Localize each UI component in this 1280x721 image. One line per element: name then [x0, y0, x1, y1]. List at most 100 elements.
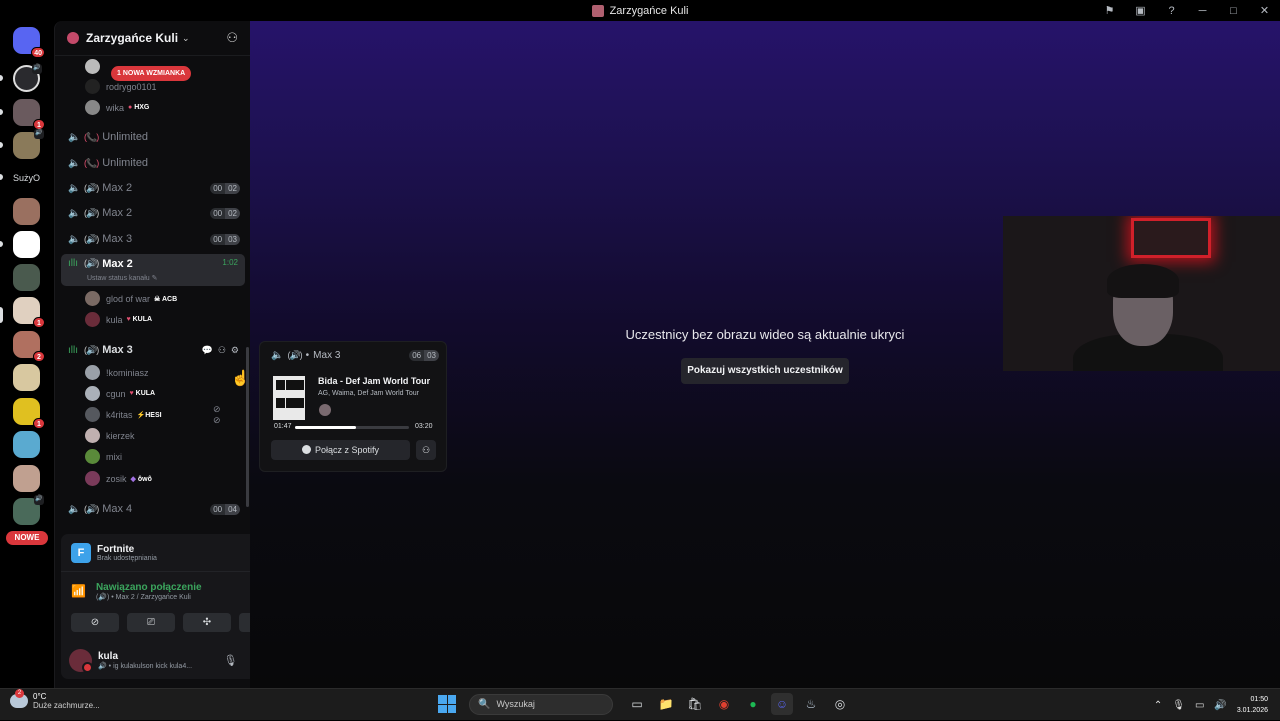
- inbox-flag-icon[interactable]: ⚑: [1094, 4, 1125, 17]
- inbox-icon[interactable]: ▣: [1125, 4, 1156, 17]
- maximize-button[interactable]: □: [1218, 5, 1249, 17]
- voice-channel-connected[interactable]: ıllı (🔊) Max 2 1:02 Ustaw status kanału …: [61, 254, 245, 286]
- close-button[interactable]: ✕: [1249, 4, 1280, 17]
- spotify-icon[interactable]: ●: [742, 693, 764, 715]
- invite-button[interactable]: ⚇: [416, 440, 436, 460]
- voice-channel[interactable]: 🔈 (📞) Unlimited: [61, 126, 245, 148]
- clock[interactable]: 01:50 3.01.2026: [1237, 694, 1268, 716]
- channel-emoji: (🔊): [84, 344, 99, 355]
- voice-channel[interactable]: 🔈 (🔊) Max 2 00 02: [61, 202, 245, 224]
- server-icon[interactable]: 🔊: [13, 129, 44, 159]
- show-all-participants-button[interactable]: Pokazuj wszystkich uczestników: [681, 358, 849, 384]
- avatar: [85, 428, 100, 443]
- voice-user[interactable]: [85, 57, 106, 76]
- user-name: zosik: [106, 473, 127, 484]
- voice-channel-hovered[interactable]: ıllı (🔊) Max 3 💬 ⚇ ⚙: [61, 339, 245, 361]
- task-view-icon[interactable]: ▭: [626, 693, 648, 715]
- voice-status: Nawiązano połączenie: [95, 581, 202, 593]
- home-button[interactable]: 40: [13, 27, 45, 58]
- display-icon[interactable]: ▭: [1195, 700, 1204, 711]
- user-tag: ⚡HESI: [136, 411, 162, 419]
- screen-share-button[interactable]: ⎚: [127, 613, 175, 632]
- start-button[interactable]: [438, 695, 456, 713]
- guild-header[interactable]: Zarzygańce Kuli ⌄ ⚇: [55, 21, 250, 56]
- server-icon[interactable]: [13, 465, 40, 492]
- search-box[interactable]: 🔍 Wyszukaj: [469, 693, 613, 715]
- voice-user[interactable]: k4ritas ⚡HESI ⊘ ⊘: [85, 404, 221, 425]
- song-duration: 03:20: [415, 423, 433, 430]
- chat-icon[interactable]: 💬: [202, 345, 213, 356]
- channel-name: Max 4: [102, 503, 133, 515]
- microphone-icon[interactable]: 🎙: [223, 654, 237, 667]
- voice-user[interactable]: mixi: [85, 447, 122, 466]
- server-icon[interactable]: 2: [13, 331, 45, 362]
- channel-name: Max 2: [102, 182, 133, 194]
- voice-channel[interactable]: 🔈 (📞) Unlimited: [61, 152, 245, 174]
- server-icon[interactable]: [13, 198, 40, 225]
- server-icon[interactable]: [13, 264, 40, 291]
- voice-channel[interactable]: 🔈 (🔊) Max 4 00 04: [61, 498, 245, 520]
- user-count: 00 04: [210, 503, 240, 515]
- invite-icon[interactable]: ⚇: [218, 345, 226, 356]
- voice-channel[interactable]: 🔈 (🔊) Max 2 00 02: [61, 177, 245, 199]
- avatar: [85, 365, 100, 380]
- unread-pill: [0, 109, 3, 115]
- server-icon[interactable]: 1: [13, 99, 45, 130]
- chevron-up-icon[interactable]: ⌃: [1154, 700, 1162, 711]
- signal-icon[interactable]: 📶: [71, 584, 86, 598]
- minimize-button[interactable]: ─: [1187, 5, 1218, 17]
- app-icon[interactable]: ◎: [829, 693, 851, 715]
- channel-emoji: (🔊): [287, 349, 302, 360]
- voice-location[interactable]: (🔊) • Max 2 / Zarzygańce Kuli: [96, 593, 202, 601]
- server-icon[interactable]: 🔊: [13, 495, 44, 525]
- discord-icon[interactable]: ☺: [771, 693, 793, 715]
- voice-user[interactable]: zosik ◆ ôwô: [85, 469, 152, 488]
- channel-sidebar: Zarzygańce Kuli ⌄ ⚇ 1 NOWA WZMIANKA rodr…: [54, 21, 297, 688]
- new-unreads-badge[interactable]: NOWE: [6, 531, 48, 545]
- camera-off-button[interactable]: ⊘: [71, 613, 119, 632]
- avatar: [85, 386, 100, 401]
- steam-icon[interactable]: ♨: [800, 693, 822, 715]
- listener-avatar: [319, 404, 331, 416]
- unread-pill: [0, 142, 3, 148]
- voice-user[interactable]: rodrygo0101: [85, 77, 157, 96]
- elapsed-time: 01:47: [274, 423, 292, 430]
- server-icon[interactable]: 1: [13, 398, 45, 429]
- server-icon[interactable]: [13, 431, 40, 458]
- participant-video-tile[interactable]: [1003, 216, 1280, 371]
- volume-icon[interactable]: 🔊: [1214, 700, 1226, 711]
- voice-channel[interactable]: 🔈 (🔊) Max 3 00 03: [61, 228, 245, 250]
- voice-user[interactable]: glod of war ☠ ACB: [85, 289, 177, 308]
- activities-button[interactable]: ✣: [183, 613, 231, 632]
- connect-spotify-button[interactable]: Połącz z Spotify: [271, 440, 410, 460]
- server-icon[interactable]: [13, 231, 40, 258]
- set-channel-status[interactable]: Ustaw status kanału ✎: [87, 274, 157, 282]
- server-text-icon[interactable]: SużyO: [13, 173, 40, 183]
- channel-timer: 1:02: [222, 258, 238, 267]
- voice-user[interactable]: kula ♥ KULA: [85, 310, 152, 329]
- voice-user[interactable]: cgun ♥ KULA: [85, 384, 155, 403]
- voice-user[interactable]: !kominiasz: [85, 363, 149, 382]
- microphone-icon[interactable]: 🎙: [1172, 700, 1185, 711]
- add-user-icon[interactable]: ⚇: [226, 30, 238, 46]
- voice-user[interactable]: wika ● HXG: [85, 98, 149, 117]
- unread-pill: [0, 241, 3, 247]
- speaker-icon: 🔈: [68, 157, 81, 169]
- gear-icon[interactable]: ⚙: [231, 345, 239, 356]
- chrome-icon[interactable]: ◉: [713, 693, 735, 715]
- channel-preview-popup: 🔈 (🔊) • Max 3 06 03 Bida - Def Jam World …: [259, 341, 447, 472]
- avatar[interactable]: [69, 649, 93, 673]
- store-icon[interactable]: 🛍: [684, 693, 706, 715]
- server-icon[interactable]: 🔊: [13, 64, 42, 92]
- help-icon[interactable]: ?: [1156, 5, 1187, 17]
- avatar: [85, 471, 100, 486]
- weather-widget[interactable]: 2 0°C Duże zachmurze...: [10, 689, 100, 710]
- server-icon[interactable]: 1: [13, 297, 45, 328]
- channel-name: Unlimited: [102, 131, 149, 143]
- file-explorer-icon[interactable]: 📁: [655, 693, 677, 715]
- speaker-icon: 🔈: [68, 182, 81, 194]
- channel-emoji: (🔊): [84, 182, 99, 193]
- song-artist: AG, Waima, Def Jam World Tour: [318, 390, 420, 397]
- server-icon[interactable]: [13, 364, 40, 391]
- voice-user[interactable]: kierzek: [85, 426, 135, 445]
